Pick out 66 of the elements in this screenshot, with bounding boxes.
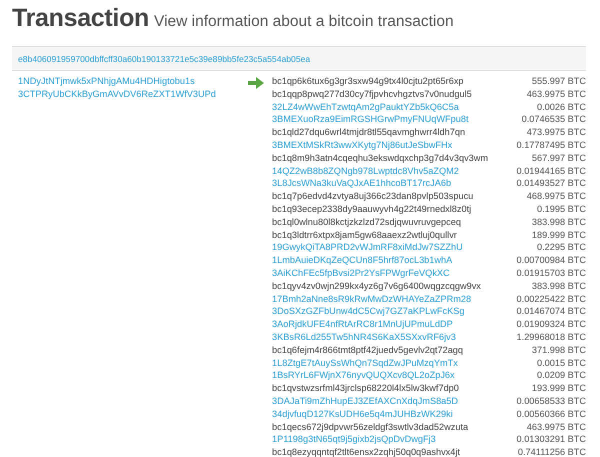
output-amount: 0.01915703 BTC bbox=[516, 266, 586, 280]
output-address: bc1qvstwzsrfml43jrclsp68220l4lx5lw3kwf7dp0 bbox=[272, 382, 459, 395]
output-address-link[interactable]: 17Bmh2aNne8sR9kRwMwDzWHAYeZaZPRm28 bbox=[272, 292, 472, 306]
output-amount: 0.1995 BTC bbox=[536, 202, 586, 216]
output-address: bc1qld27dqu6wrl4tmjdr8tl55qavmghwrr4ldh7qn bbox=[272, 126, 466, 139]
output-amount: 0.0209 BTC bbox=[536, 369, 586, 382]
output-address-link[interactable]: 3BMEXuoRza9EimRGSHGrwPmyFNUqWFpu8t bbox=[272, 113, 469, 126]
output-address-link[interactable]: 3AiKChFEc5fpBvsi2Pr2YsFPWgrFeVQkXC bbox=[272, 266, 450, 280]
output-amount: 0.01493527 BTC bbox=[516, 177, 586, 190]
input-address-link[interactable]: 1NDyJtNTjmwk5xPNhjgAMu4HDHigtobu1s bbox=[18, 75, 248, 88]
output-address-link[interactable]: 1BsRYrL6FWjnX76nyvQUQXcv8QL2oZpJ6x bbox=[272, 369, 455, 382]
output-address-link[interactable]: 19GwykQiTA8PRD2vWJmRF8xiMdJw7SZZhU bbox=[272, 241, 463, 254]
arrow-icon bbox=[248, 77, 264, 89]
output-address: bc1q3ldtrr6xtpx8jam5gw68aaexz2wtluj0qullvr bbox=[272, 228, 457, 242]
output-amount: 189.999 BTC bbox=[532, 228, 586, 242]
output-address-link[interactable]: 14QZ2wB8b8ZQNgb978Lwptdc8Vhv5aZQM2 bbox=[272, 164, 459, 178]
output-amount: 0.17787495 BTC bbox=[516, 138, 586, 152]
output-address-link[interactable]: 32LZ4wWwEhTzwtqAm2gPauktYZb5kQ6C5a bbox=[272, 100, 459, 114]
output-address-link[interactable]: 3AoRjdkUFE4nfRtArRC8r1MnUjUPmuLdDP bbox=[272, 318, 453, 331]
output-address: bc1q8m9h3atn4cqeqhu3ekswdqxchp3g7d4v3qv3wm bbox=[272, 152, 488, 165]
output-amount: 371.998 BTC bbox=[532, 344, 586, 357]
output-address-link[interactable]: 34djvfuqD127KsUDH6e5q4mJUHBzWK29ki bbox=[272, 408, 453, 421]
output-address-link[interactable]: 3BMEXtMSkRt3wwXKytg7Nj86utJeSbwFHx bbox=[272, 138, 452, 152]
output-address-link[interactable]: 1P1198g3tN65qt9j5gixb2jsQpDvDwgFj3 bbox=[272, 433, 436, 446]
output-amount: 193.999 BTC bbox=[532, 382, 586, 395]
output-address-link[interactable]: 1LmbAuieDKqZeQCUn8F5hrf87ocL3b1whA bbox=[272, 254, 452, 267]
output-amount: 0.01909324 BTC bbox=[516, 318, 586, 331]
output-address: bc1qecs672j9dpvwr56zeldgf3swtlv3dad52wzuta bbox=[272, 420, 468, 434]
output-amount: 0.0746535 BTC bbox=[522, 113, 586, 126]
output-address-link[interactable]: 1L8ZtgE7tAuySsWhQn7SqdZwJPuMzqYmTx bbox=[272, 356, 458, 370]
output-address: bc1q7p6edvd4zvtya8uj366c23dan8pvlp503spucu bbox=[272, 190, 474, 203]
output-amount: 468.9975 BTC bbox=[526, 190, 586, 203]
input-address-link[interactable]: 3CTPRyUbCKkByGmAVvDV6ReZXT1WfV3UPd bbox=[18, 88, 248, 101]
output-amount: 0.01944165 BTC bbox=[516, 164, 586, 178]
output-amount: 383.998 BTC bbox=[532, 216, 586, 229]
page-title: Transaction bbox=[12, 4, 150, 33]
output-amount: 0.0015 BTC bbox=[536, 356, 586, 370]
output-amount: 0.0026 BTC bbox=[536, 100, 586, 114]
output-amount: 0.00658533 BTC bbox=[516, 394, 586, 408]
output-amount: 0.00560366 BTC bbox=[516, 408, 586, 421]
output-amount: 463.9975 BTC bbox=[526, 88, 586, 101]
output-amount: 0.00225422 BTC bbox=[516, 292, 586, 306]
output-amount: 555.997 BTC bbox=[532, 75, 586, 88]
output-amount: 0.00700984 BTC bbox=[516, 254, 586, 267]
output-address: bc1q6fejm4r866tmt8ptf42juedv5gevlv2qt72agq bbox=[272, 344, 464, 357]
output-amount: 567.997 BTC bbox=[532, 152, 586, 165]
output-address-link[interactable]: 3DoSXzGZFbUnw4dC5Cwj7GZ7aKPLwFcKSg bbox=[272, 305, 464, 318]
output-amount: 473.9975 BTC bbox=[526, 126, 586, 139]
output-address: bc1qyv4zv0wjn299kx4yz6g7v6g6400wqgzcqgw9vx bbox=[272, 280, 481, 293]
output-amount: 0.2295 BTC bbox=[536, 241, 586, 254]
output-address-link[interactable]: 3KBsR6Ld255Tw5hNR4S6KaX5SXxvRF6jv3 bbox=[272, 330, 456, 344]
output-address: bc1q93ecep2338dy9aauwyvh4g22t49rnedxl8z0tj bbox=[272, 202, 472, 216]
output-address-link[interactable]: 3DAJaTi9mZhHupEJ3ZEfAXCnXdqJmS8a5D bbox=[272, 394, 458, 408]
page-subtitle: View information about a bitcoin transaction bbox=[154, 13, 454, 31]
output-amount: 0.01303291 BTC bbox=[516, 433, 586, 446]
transaction-hash-link[interactable]: e8b406091959700dbffcff30a60b190133721e5c39e89bb5fe23c5a554ab05ea bbox=[18, 54, 310, 64]
output-amount: 463.9975 BTC bbox=[526, 420, 586, 434]
output-address: bc1qp6k6tux6g3gr3sxw94g9tx4l0cjtu2pt65r6xp bbox=[272, 75, 464, 88]
output-address: bc1q8ezyqqntqf2tlt6ensx2zqhj50q0q9ashvx4jt bbox=[272, 446, 460, 457]
output-amount: 0.01467074 BTC bbox=[516, 305, 586, 318]
output-address: bc1ql0wlnu80l8kctjzkzlzd72sdjqwuvruvgepceq bbox=[272, 216, 461, 229]
output-amount: 0.74111256 BTC bbox=[518, 446, 586, 457]
output-amount: 1.29968018 BTC bbox=[516, 330, 586, 344]
output-amount: 383.998 BTC bbox=[532, 280, 586, 293]
output-address-link[interactable]: 3L8JcsWNa3kuVaQJxAE1hhcoBT17rcJA6b bbox=[272, 177, 452, 190]
output-address: bc1qqp8pwq277d30cy7fjpvhcvhgztvs7v0nudgul5 bbox=[272, 88, 472, 101]
